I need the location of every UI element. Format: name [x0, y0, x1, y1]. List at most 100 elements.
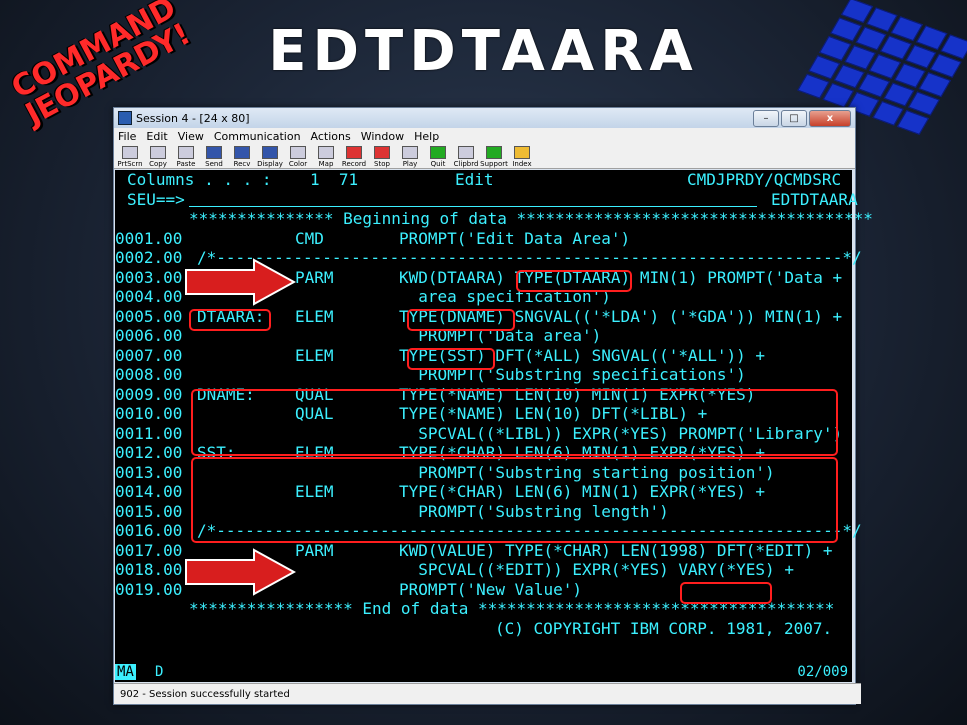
sequence-number: 0011.00 — [115, 423, 183, 443]
sequence-number: 0001.00 — [115, 228, 183, 248]
minimize-button[interactable]: – — [753, 110, 779, 127]
toolbar-record-button[interactable]: Record — [341, 145, 367, 168]
toolbar-prtscrn-button[interactable]: PrtScrn — [117, 145, 143, 168]
highlight-dtaara-label — [189, 309, 271, 331]
menu-view[interactable]: View — [178, 130, 204, 143]
status-text: 902 - Session successfully started — [120, 688, 290, 700]
sequence-number: 0002.00 — [115, 248, 183, 267]
sequence-number: 0016.00 — [115, 521, 183, 540]
sequence-number: 0007.00 — [115, 345, 183, 365]
toolbar-support-button[interactable]: Support — [480, 145, 508, 168]
menu-bar: File Edit View Communication Actions Window He… — [114, 128, 855, 144]
menu-actions[interactable]: Actions — [311, 130, 351, 143]
menu-file[interactable]: File — [118, 130, 136, 143]
sequence-number: 0005.00 — [115, 306, 183, 326]
seu-prompt: SEU==> — [127, 189, 185, 209]
highlight-type-dname — [407, 309, 515, 331]
window-controls: – □ x — [753, 110, 851, 127]
oia-d: D — [155, 664, 164, 680]
toolbar-paste-button[interactable]: Paste — [173, 145, 199, 168]
menu-help[interactable]: Help — [414, 130, 439, 143]
close-button[interactable]: x — [809, 110, 851, 127]
toolbar-quit-button[interactable]: Quit — [425, 145, 451, 168]
toolbar-label: Stop — [374, 160, 390, 168]
toolbar-recv-button[interactable]: Recv — [229, 145, 255, 168]
display-icon — [262, 146, 278, 159]
prtscrn-icon — [122, 146, 138, 159]
source-text[interactable]: SPCVAL((*EDIT)) EXPR(*YES) VARY(*YES) + — [399, 560, 794, 580]
session-icon — [118, 111, 132, 125]
color-icon — [290, 146, 306, 159]
menu-window[interactable]: Window — [361, 130, 404, 143]
mode-label: Edit — [455, 170, 494, 189]
toolbar-label: Paste — [176, 160, 196, 168]
copy-icon — [150, 146, 166, 159]
toolbar-send-button[interactable]: Send — [201, 145, 227, 168]
index-icon — [514, 146, 530, 159]
sequence-number: 0017.00 — [115, 540, 183, 560]
maximize-button[interactable]: □ — [781, 110, 807, 127]
cursor-position: 02/009 — [797, 664, 848, 680]
toolbar-label: Recv — [233, 160, 251, 168]
sequence-number: 0010.00 — [115, 404, 183, 423]
toolbar-label: Color — [288, 160, 308, 168]
highlight-sst-block — [191, 457, 838, 543]
recv-icon — [234, 146, 250, 159]
map-icon — [318, 146, 334, 159]
toolbar-index-button[interactable]: Index — [509, 145, 535, 168]
toolbar-map-button[interactable]: Map — [313, 145, 339, 168]
seu-command-input[interactable] — [189, 206, 757, 207]
sequence-number: 0012.00 — [115, 443, 183, 462]
toolbar-label: Quit — [430, 160, 446, 168]
source-text[interactable]: PROMPT('Edit Data Area') — [399, 229, 630, 249]
board-cell — [897, 110, 929, 135]
play-icon — [402, 146, 418, 159]
sequence-number: 0008.00 — [115, 365, 183, 384]
statement-type: ELEM — [295, 345, 334, 365]
member-path: CMDJPRDY/QCMDSRC — [687, 170, 842, 189]
sequence-number: 0019.00 — [115, 579, 183, 599]
highlight-dname-block — [191, 389, 838, 456]
statement-type: ELEM — [295, 306, 334, 326]
menu-communication[interactable]: Communication — [214, 130, 301, 143]
status-bar: 902 - Session successfully started — [114, 683, 861, 704]
toolbar-label: Play — [402, 160, 418, 168]
record-icon — [346, 146, 362, 159]
stop-icon — [374, 146, 390, 159]
sequence-number: 0009.00 — [115, 384, 183, 404]
columns-header: Columns . . . : 1 71 — [127, 170, 359, 189]
sequence-number: 0018.00 — [115, 560, 183, 579]
send-icon — [206, 146, 222, 159]
copyright-line: (C) COPYRIGHT IBM CORP. 1981, 2007. — [495, 618, 833, 638]
window-title: Session 4 - [24 x 80] — [136, 111, 250, 125]
toolbar-label: Clipbrd — [453, 160, 479, 168]
beginning-of-data: *************** Beginning of data ******… — [189, 209, 873, 228]
statement-type: PARM — [295, 540, 334, 560]
toolbar: PrtScrn Copy Paste Send Recv Display Color Map R… — [114, 144, 855, 169]
toolbar-stop-button[interactable]: Stop — [369, 145, 395, 168]
highlight-type-sst — [407, 348, 495, 370]
operator-info-area: MA D 02/009 — [115, 663, 852, 682]
toolbar-label: Copy — [149, 160, 167, 168]
sequence-number: 0014.00 — [115, 482, 183, 501]
toolbar-label: Record — [341, 160, 367, 168]
toolbar-play-button[interactable]: Play — [397, 145, 423, 168]
toolbar-color-button[interactable]: Color — [285, 145, 311, 168]
toolbar-display-button[interactable]: Display — [257, 145, 283, 168]
sequence-number: 0004.00 — [115, 287, 183, 306]
paste-icon — [178, 146, 194, 159]
support-icon — [486, 146, 502, 159]
source-text[interactable]: PROMPT('New Value') — [399, 580, 582, 600]
statement-type: CMD — [295, 228, 324, 248]
toolbar-label: Support — [480, 160, 508, 168]
quit-icon — [430, 146, 446, 159]
source-text[interactable]: /*--------------------------------------… — [197, 248, 862, 268]
statement-type: PARM — [295, 267, 334, 287]
arrow-icon — [185, 548, 296, 596]
toolbar-copy-button[interactable]: Copy — [145, 145, 171, 168]
title-bar: Session 4 - [24 x 80] – □ x — [114, 108, 855, 128]
source-text[interactable]: KWD(VALUE) TYPE(*CHAR) LEN(1998) DFT(*ED… — [399, 541, 832, 561]
member-name: EDTDTAARA — [771, 189, 858, 209]
menu-edit[interactable]: Edit — [146, 130, 167, 143]
toolbar-clipbrd-button[interactable]: Clipbrd — [453, 145, 479, 168]
